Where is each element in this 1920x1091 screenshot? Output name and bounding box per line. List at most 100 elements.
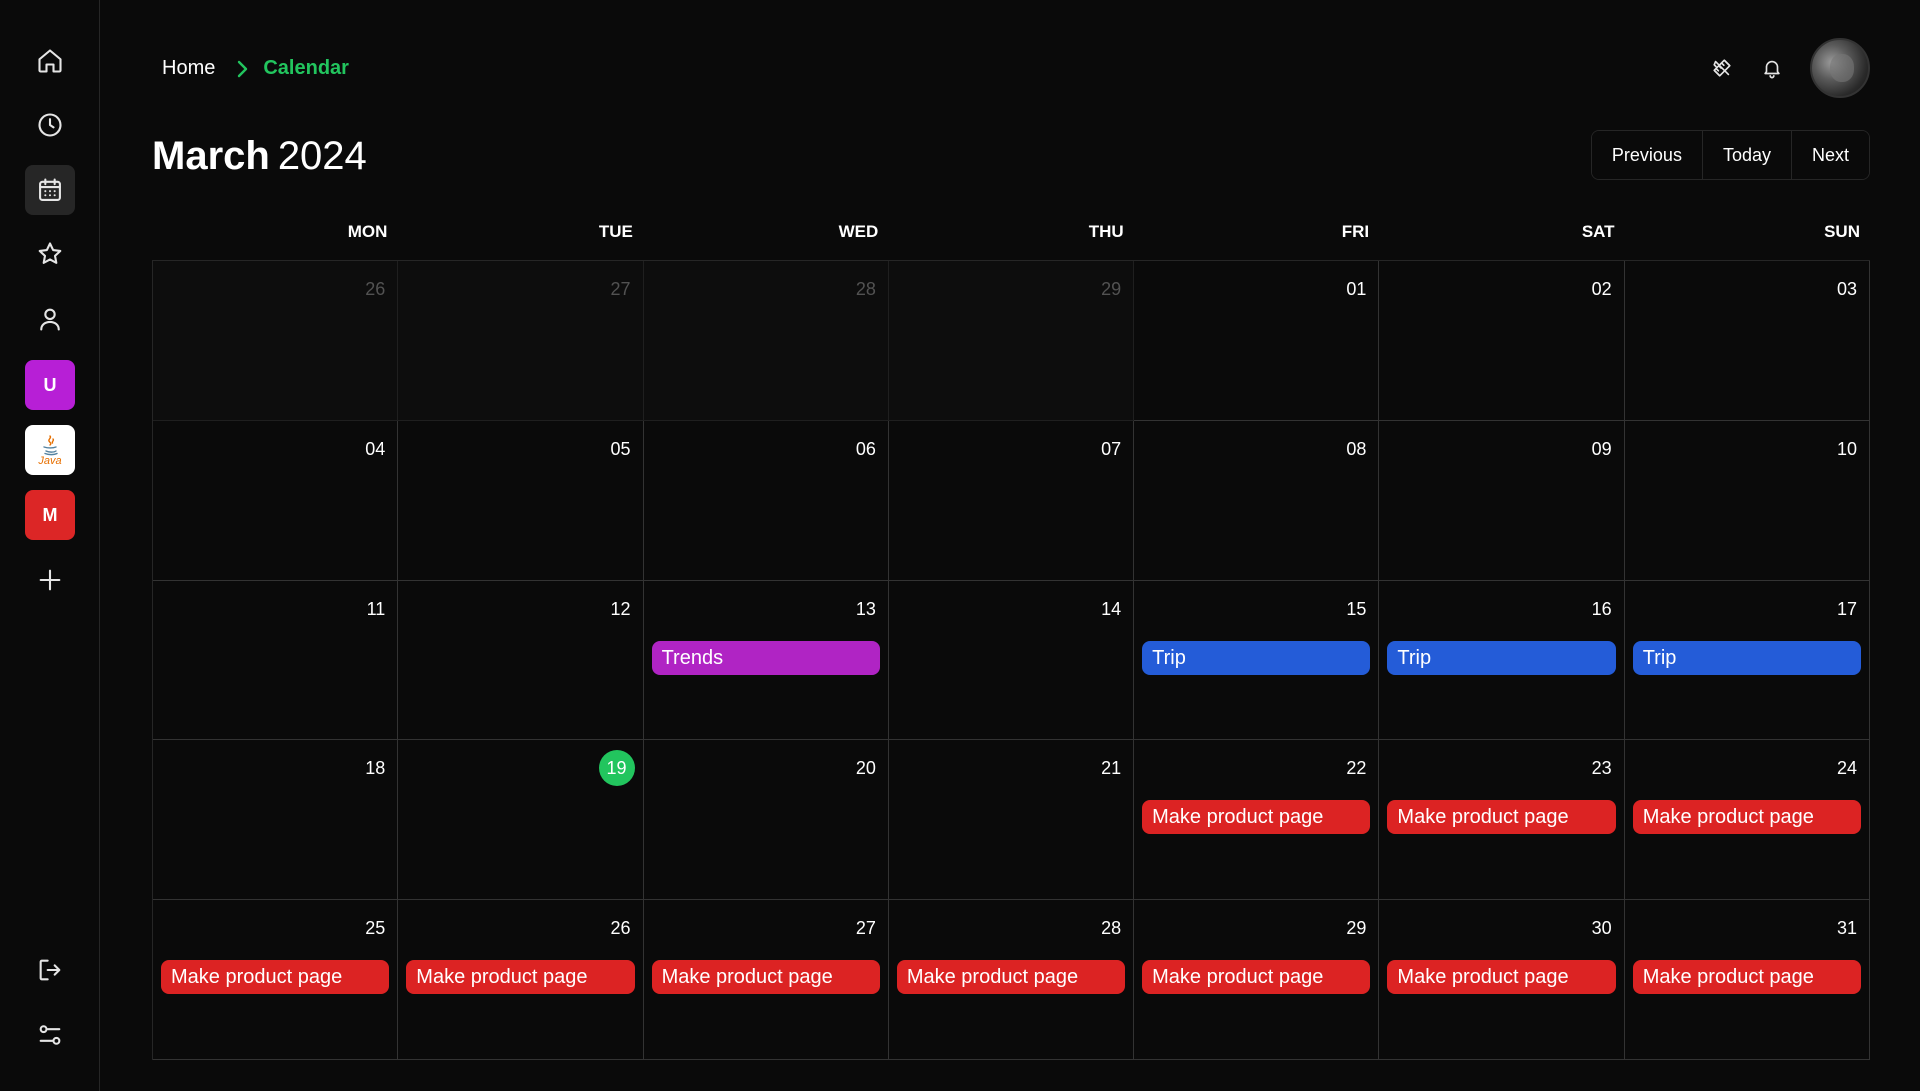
day-number: 14 (1101, 598, 1122, 619)
day-cell[interactable]: 11 (153, 580, 399, 741)
day-cell[interactable]: 02 (1379, 261, 1625, 421)
breadcrumb-home[interactable]: Home (162, 57, 215, 80)
day-number: 15 (1346, 598, 1367, 619)
day-number: 09 (1591, 438, 1612, 459)
day-number: 06 (855, 438, 876, 459)
day-cell[interactable]: 23 Make product page (1379, 740, 1625, 901)
breadcrumb-current: Calendar (263, 57, 349, 79)
day-number: 11 (366, 598, 386, 619)
day-cell[interactable]: 29 Make product page (1134, 900, 1380, 1060)
notifications-button[interactable] (1752, 48, 1792, 88)
design-tools-button[interactable] (1702, 48, 1742, 88)
day-cell[interactable]: 26 Make product page (398, 900, 644, 1060)
day-cell[interactable]: 01 (1134, 261, 1380, 421)
java-icon (43, 434, 58, 455)
day-cell[interactable]: 18 (153, 740, 399, 901)
day-number: 17 (1836, 598, 1857, 619)
day-cell[interactable]: 28 Make product page (888, 900, 1135, 1060)
today-button[interactable]: Today (1702, 131, 1792, 179)
day-cell[interactable]: 13 Trends (643, 580, 889, 741)
day-cell[interactable]: 28 (643, 261, 889, 421)
avatar[interactable] (1810, 38, 1870, 98)
workspace-m-label: M (42, 504, 58, 525)
event-pill[interactable]: Make product page (1387, 800, 1616, 835)
nav-calendar-button[interactable] (25, 165, 75, 215)
year-label: 2024 (277, 134, 367, 178)
nav-home-button[interactable] (25, 36, 75, 86)
day-number: 20 (855, 758, 876, 779)
event-pill[interactable]: Make product page (1387, 960, 1616, 995)
day-cell[interactable]: 15 Trip (1134, 580, 1380, 741)
day-number: 26 (365, 279, 386, 299)
breadcrumb: Home Calendar (162, 57, 349, 80)
day-cell[interactable]: 22 Make product page (1134, 740, 1380, 901)
day-cell[interactable]: 29 (888, 261, 1135, 421)
day-cell[interactable]: 26 (153, 261, 399, 421)
day-number: 13 (855, 598, 876, 619)
event-pill[interactable]: Make product page (1632, 800, 1861, 835)
workspace-u-button[interactable]: U (25, 360, 75, 410)
event-pill[interactable]: Make product page (1142, 960, 1371, 995)
logout-button[interactable] (25, 945, 75, 995)
event-pill[interactable]: Make product page (406, 960, 635, 995)
day-number: 21 (1101, 758, 1122, 779)
day-cell[interactable]: 08 (1134, 420, 1380, 581)
previous-button[interactable]: Previous (1591, 131, 1703, 179)
event-pill[interactable]: Make product page (896, 960, 1126, 995)
day-cell[interactable]: 12 (398, 580, 644, 741)
settings-button[interactable] (25, 1010, 75, 1060)
workspace-java-label: Java (38, 454, 62, 467)
nav-recent-button[interactable] (25, 100, 75, 150)
day-cell[interactable]: 19 (398, 740, 644, 901)
day-number: 27 (855, 918, 876, 939)
day-number: 07 (1101, 438, 1122, 459)
day-cell[interactable]: 07 (888, 420, 1135, 581)
day-number: 24 (1836, 758, 1857, 779)
day-cell[interactable]: 31 Make product page (1624, 900, 1870, 1060)
day-cell[interactable]: 25 Make product page (153, 900, 399, 1060)
day-cell[interactable]: 03 (1624, 261, 1870, 421)
weekday-label: WED (838, 222, 879, 241)
event-pill[interactable]: Trip (1387, 640, 1616, 675)
day-number: 29 (1101, 279, 1122, 299)
day-cell[interactable]: 27 Make product page (643, 900, 889, 1060)
workspace-java-button[interactable]: Java (25, 425, 75, 475)
weekday-label: SUN (1824, 222, 1860, 241)
day-number: 08 (1346, 438, 1367, 459)
weekday-label: FRI (1341, 222, 1370, 241)
day-number: 22 (1346, 758, 1367, 779)
day-cell[interactable]: 20 (643, 740, 889, 901)
next-button[interactable]: Next (1791, 131, 1869, 179)
sidebar: U Java M (0, 0, 100, 1091)
day-cell[interactable]: 10 (1624, 420, 1870, 581)
day-cell[interactable]: 24 Make product page (1624, 740, 1870, 901)
day-cell[interactable]: 09 (1379, 420, 1625, 581)
nav-favorites-button[interactable] (25, 229, 75, 279)
day-cell[interactable]: 14 (888, 580, 1135, 741)
event-pill[interactable]: Make product page (651, 960, 880, 995)
event-pill[interactable]: Make product page (1142, 800, 1371, 835)
bell-icon (1764, 60, 1780, 79)
day-cell[interactable]: 17 Trip (1624, 580, 1870, 741)
nav-profile-button[interactable] (25, 294, 75, 344)
event-pill[interactable]: Make product page (1632, 960, 1861, 995)
month-navigation: Previous Today Next (1590, 130, 1870, 180)
day-cell[interactable]: 06 (643, 420, 889, 581)
month-label: March (152, 134, 270, 178)
day-cell[interactable]: 21 (888, 740, 1135, 901)
day-cell[interactable]: 27 (398, 261, 644, 421)
clock-icon (38, 113, 62, 137)
add-workspace-button[interactable] (25, 555, 75, 605)
event-pill[interactable]: Trip (1632, 640, 1861, 675)
day-cell[interactable]: 30 Make product page (1379, 900, 1625, 1060)
day-number: 02 (1591, 279, 1612, 299)
day-number: 26 (610, 918, 631, 939)
day-cell[interactable]: 16 Trip (1379, 580, 1625, 741)
event-pill[interactable]: Trip (1142, 640, 1371, 675)
event-pill[interactable]: Trends (651, 640, 880, 675)
day-cell[interactable]: 04 (153, 420, 399, 581)
workspace-m-button[interactable]: M (25, 490, 75, 540)
day-cell[interactable]: 05 (398, 420, 644, 581)
event-pill[interactable]: Make product page (161, 960, 390, 995)
weekday-label: MON (347, 222, 388, 241)
